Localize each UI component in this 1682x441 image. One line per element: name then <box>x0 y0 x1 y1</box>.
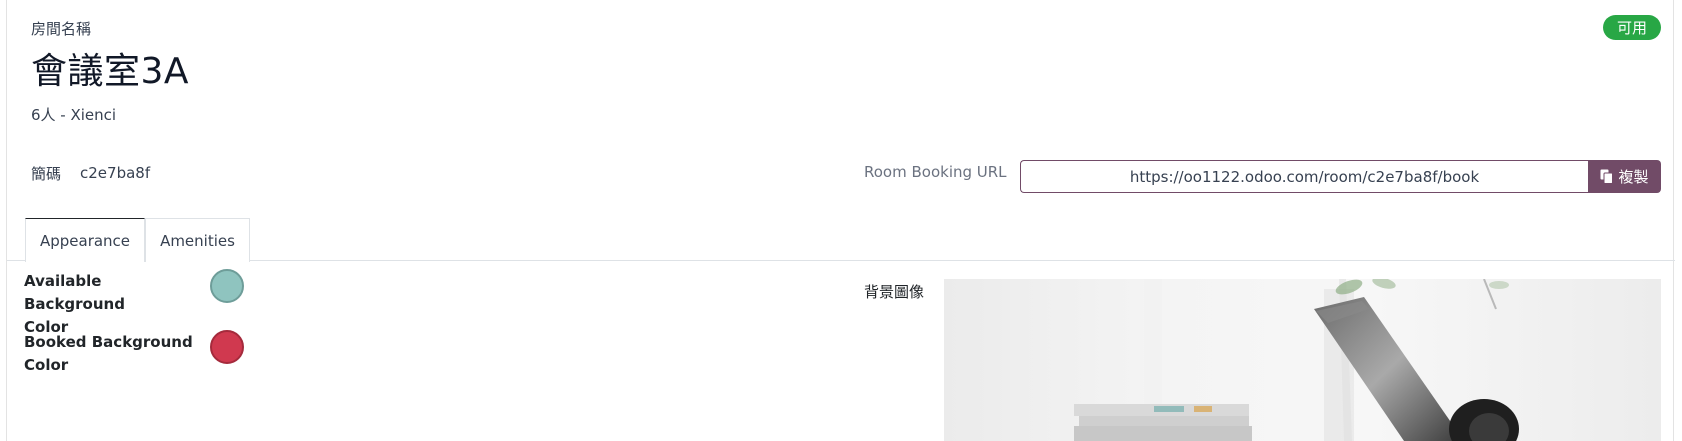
booked-color-label-line2: Color <box>24 356 69 374</box>
tab-appearance[interactable]: Appearance <box>25 218 145 262</box>
booking-url-field[interactable]: https://oo1122.odoo.com/room/c2e7ba8f/bo… <box>1020 160 1588 193</box>
tab-appearance-label: Appearance <box>39 231 131 250</box>
short-code-label: 簡碼 <box>31 165 62 183</box>
room-subtitle: 6人 - Xienci <box>31 106 117 124</box>
tab-amenities[interactable]: Amenities <box>145 218 250 262</box>
available-color-label: Available Background Color <box>24 270 194 339</box>
background-image-illustration <box>944 279 1661 441</box>
short-code-value: c2e7ba8f <box>80 164 151 182</box>
background-image[interactable] <box>944 279 1661 441</box>
available-color-label-line1: Available Background <box>24 272 125 313</box>
tab-amenities-label: Amenities <box>160 231 235 250</box>
copy-icon <box>1600 169 1614 184</box>
status-badge: 可用 <box>1603 15 1661 40</box>
booked-color-swatch[interactable] <box>210 330 244 364</box>
copy-button-label: 複製 <box>1618 168 1649 186</box>
booked-color-label-line1: Booked Background <box>24 333 193 351</box>
room-form-sheet: 房間名稱 會議室3A 6人 - Xienci 可用 簡碼 c2e7ba8f Ro… <box>6 0 1675 441</box>
booking-url-value: https://oo1122.odoo.com/room/c2e7ba8f/bo… <box>1129 167 1480 186</box>
copy-button[interactable]: 複製 <box>1588 160 1661 193</box>
background-image-label: 背景圖像 <box>864 283 925 301</box>
booking-url-label: Room Booking URL <box>864 163 1007 181</box>
booked-color-label: Booked Background Color <box>24 331 194 377</box>
room-name-label: 房間名稱 <box>31 20 92 38</box>
room-name-field[interactable]: 會議室3A <box>31 42 189 94</box>
available-color-swatch[interactable] <box>210 269 244 303</box>
form-tabs: Appearance Amenities <box>7 218 1675 262</box>
